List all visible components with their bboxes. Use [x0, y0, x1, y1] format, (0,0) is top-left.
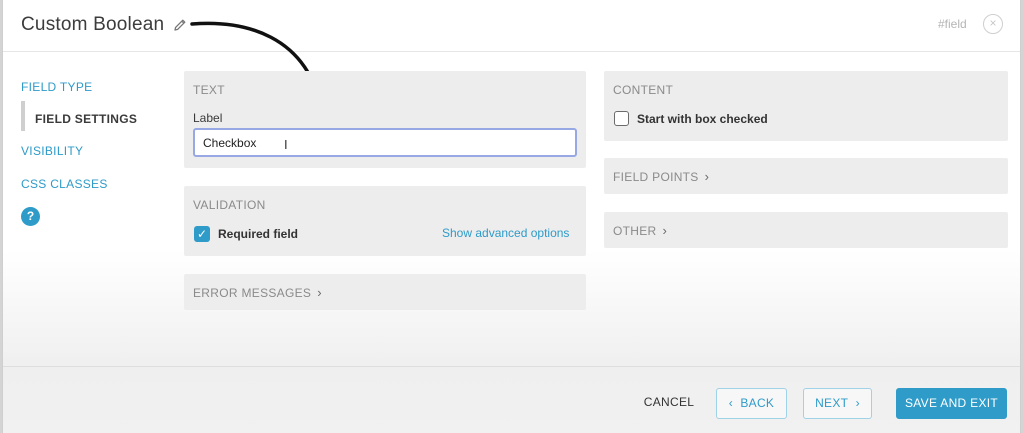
- error-messages-panel[interactable]: ERROR MESSAGES ›: [184, 274, 586, 310]
- other-panel[interactable]: OTHER ›: [604, 212, 1008, 248]
- other-title: OTHER: [613, 224, 657, 238]
- show-advanced-options-link[interactable]: Show advanced options: [442, 226, 569, 240]
- sidebar-item-css-classes[interactable]: CSS CLASSES: [21, 177, 108, 191]
- error-messages-title: ERROR MESSAGES: [193, 286, 312, 300]
- chevron-right-icon: ›: [317, 285, 322, 300]
- chevron-right-icon: ›: [855, 396, 860, 410]
- sidebar-item-visibility[interactable]: VISIBILITY: [21, 144, 83, 158]
- field-settings-modal: Custom Boolean #field × FIELD TYPE FIELD…: [2, 0, 1021, 433]
- page-title: Custom Boolean: [21, 14, 165, 35]
- validation-panel-title: VALIDATION: [193, 198, 266, 212]
- back-button[interactable]: ‹ BACK: [716, 388, 787, 419]
- field-tag: #field: [938, 17, 967, 31]
- footer-divider: [3, 366, 1020, 367]
- required-field-label: Required field: [218, 227, 299, 241]
- content-panel-title: CONTENT: [613, 83, 674, 97]
- required-field-checkbox[interactable]: ✓: [194, 226, 210, 242]
- field-points-panel[interactable]: FIELD POINTS ›: [604, 158, 1008, 194]
- sidebar-item-field-type[interactable]: FIELD TYPE: [21, 80, 92, 94]
- pencil-icon[interactable]: [172, 17, 188, 33]
- text-panel-title: TEXT: [193, 83, 225, 97]
- chevron-left-icon: ‹: [728, 396, 734, 410]
- next-label: NEXT: [815, 396, 849, 410]
- chevron-right-icon: ›: [704, 169, 710, 184]
- help-circle-icon[interactable]: ?: [21, 207, 40, 226]
- start-checked-checkbox[interactable]: [614, 111, 629, 126]
- save-and-exit-button[interactable]: SAVE AND EXIT: [896, 388, 1007, 419]
- close-icon[interactable]: ×: [983, 14, 1003, 34]
- back-label: BACK: [740, 396, 775, 410]
- text-cursor-icon: I: [284, 137, 288, 152]
- validation-panel: VALIDATION ✓ Required field Show advance…: [184, 186, 586, 256]
- cancel-button[interactable]: CANCEL: [635, 388, 703, 419]
- sidebar-item-field-settings[interactable]: FIELD SETTINGS: [35, 112, 137, 126]
- content-panel: CONTENT Start with box checked: [604, 71, 1008, 141]
- label-input[interactable]: [193, 128, 577, 157]
- next-button[interactable]: NEXT ›: [803, 388, 872, 419]
- chevron-right-icon: ›: [662, 223, 668, 238]
- active-indicator: [21, 101, 25, 131]
- field-points-title: FIELD POINTS: [613, 170, 699, 184]
- label-caption: Label: [193, 111, 223, 125]
- text-panel: TEXT Label I: [184, 71, 586, 168]
- modal-header: Custom Boolean #field ×: [3, 0, 1020, 52]
- start-checked-label: Start with box checked: [637, 112, 768, 126]
